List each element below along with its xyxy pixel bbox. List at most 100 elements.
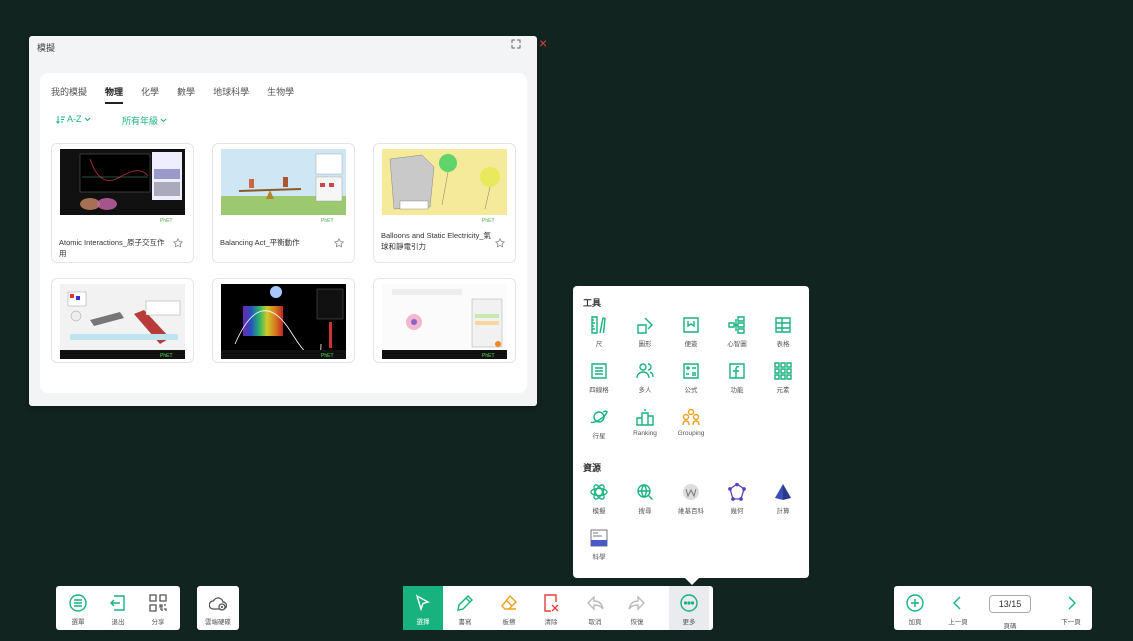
sort-dropdown[interactable]: A-Z xyxy=(56,114,91,124)
mind-map-tool[interactable]: 心智圖 xyxy=(717,316,757,348)
cursor-icon xyxy=(415,594,430,612)
add-icon xyxy=(906,594,924,612)
simulation-card[interactable]: PhET Balloons and Static Electricity_氣球和… xyxy=(373,143,516,263)
resources-heading: 資源 xyxy=(583,463,602,473)
simulation-card[interactable]: PhET xyxy=(212,278,355,363)
search-resource[interactable]: 搜尋 xyxy=(625,483,665,515)
ranking-icon xyxy=(636,409,654,426)
wikipedia-resource[interactable]: 維基百科 xyxy=(671,483,711,515)
multi-user-tool[interactable]: 多人 xyxy=(625,362,665,394)
exit-icon xyxy=(110,595,125,611)
eraser-icon xyxy=(501,594,517,610)
simulation-thumbnail: PhET xyxy=(60,284,185,359)
simulation-window: 模擬 × 我的模擬 物理 化學 數學 地球科學 生物學 A-Z 所有年級 PhE… xyxy=(29,36,547,406)
clear-icon xyxy=(544,594,559,612)
sticky-note-tool[interactable]: 便簽 xyxy=(671,316,711,348)
planet-tool[interactable]: 行星 xyxy=(579,408,619,440)
element-icon xyxy=(774,362,792,380)
sticky-note-icon xyxy=(683,317,699,333)
cloud-toolbar: 雲端硬碟 xyxy=(197,586,239,630)
undo-icon xyxy=(587,595,604,611)
chevron-down-icon xyxy=(160,118,167,123)
function-icon xyxy=(729,363,745,379)
simulation-thumbnail: PhET xyxy=(60,149,185,224)
science-resource[interactable]: 科學 xyxy=(579,529,619,561)
exit-button[interactable]: 退出 xyxy=(98,586,138,630)
select-button[interactable]: 選擇 xyxy=(403,586,443,630)
simulation-thumbnail: PhET xyxy=(221,284,346,359)
tools-heading: 工具 xyxy=(583,298,602,308)
subject-tabs: 我的模擬 物理 化學 數學 地球科學 生物學 xyxy=(51,85,312,104)
svg-text:PhET: PhET xyxy=(482,218,495,224)
tab-earth-science[interactable]: 地球科學 xyxy=(213,85,249,98)
ranking-tool[interactable]: Ranking xyxy=(625,408,665,437)
geometry-icon xyxy=(728,483,746,501)
simulation-resource[interactable]: 模擬 xyxy=(579,483,619,515)
search-globe-icon xyxy=(637,484,653,500)
geometry-resource[interactable]: 幾何 xyxy=(717,483,757,515)
shape-tool[interactable]: 圖形 xyxy=(625,316,665,348)
more-icon xyxy=(680,594,698,612)
pen-button[interactable]: 書寫 xyxy=(445,586,485,630)
cloud-icon xyxy=(209,597,227,611)
undo-button[interactable]: 取消 xyxy=(575,586,615,630)
previous-page-button[interactable]: 上一頁 xyxy=(938,586,978,630)
tab-biology[interactable]: 生物學 xyxy=(267,85,294,98)
pen-icon xyxy=(457,595,473,611)
more-button[interactable]: 更多 xyxy=(669,586,709,630)
tab-my-simulations[interactable]: 我的模擬 xyxy=(51,85,87,98)
card-title: Balancing Act_平衡動作 xyxy=(220,238,300,247)
redo-button[interactable]: 恢復 xyxy=(617,586,657,630)
grouping-tool[interactable]: Grouping xyxy=(671,408,711,437)
simulation-browser: 我的模擬 物理 化學 數學 地球科學 生物學 A-Z 所有年級 PhET Ato… xyxy=(40,73,527,393)
page-indicator[interactable]: 13/15 xyxy=(989,595,1031,613)
card-title: Atomic Interactions_原子交互作用 xyxy=(59,238,165,258)
tab-chemistry[interactable]: 化學 xyxy=(141,85,159,98)
menu-button[interactable]: 選單 xyxy=(58,586,98,630)
simulation-card[interactable]: PhET Atomic Interactions_原子交互作用 xyxy=(51,143,194,263)
wikipedia-icon xyxy=(683,484,699,500)
eraser-button[interactable]: 板擦 xyxy=(489,586,529,630)
four-line-grid-tool[interactable]: 四線格 xyxy=(579,362,619,394)
table-icon xyxy=(775,317,791,333)
svg-text:PhET: PhET xyxy=(482,353,495,359)
chevron-down-icon xyxy=(84,117,90,121)
tab-physics[interactable]: 物理 xyxy=(105,85,124,104)
svg-text:PhET: PhET xyxy=(160,353,173,359)
calculation-resource[interactable]: 計算 xyxy=(763,483,803,515)
next-page-button[interactable]: 下一頁 xyxy=(1051,586,1091,630)
ruler-icon xyxy=(591,316,606,334)
window-title: 模擬 xyxy=(37,43,56,53)
grade-dropdown[interactable]: 所有年級 xyxy=(122,114,167,127)
close-icon[interactable]: × xyxy=(539,36,551,50)
page-number-label: 頁碼 xyxy=(1003,623,1017,630)
chevron-right-icon xyxy=(1068,596,1076,610)
tab-math[interactable]: 數學 xyxy=(177,85,195,98)
chevron-left-icon xyxy=(953,596,961,610)
table-tool[interactable]: 表格 xyxy=(763,316,803,348)
simulation-card[interactable]: PhET xyxy=(373,278,516,363)
element-tool[interactable]: 元素 xyxy=(763,362,803,394)
svg-text:PhET: PhET xyxy=(321,218,334,224)
simulation-thumbnail: PhET xyxy=(382,149,507,224)
svg-text:PhET: PhET xyxy=(321,353,334,359)
clear-button[interactable]: 清除 xyxy=(531,586,571,630)
star-icon[interactable] xyxy=(173,238,183,248)
redo-icon xyxy=(628,595,645,611)
fullscreen-icon[interactable] xyxy=(511,39,521,49)
qr-code-icon xyxy=(149,594,167,612)
function-tool[interactable]: 功能 xyxy=(717,362,757,394)
star-icon[interactable] xyxy=(495,238,505,248)
atom-icon xyxy=(590,484,608,500)
formula-tool[interactable]: 公式 xyxy=(671,362,711,394)
star-icon[interactable] xyxy=(334,238,344,248)
science-icon xyxy=(590,529,608,547)
ruler-tool[interactable]: 尺 xyxy=(579,316,619,348)
share-button[interactable]: 分享 xyxy=(138,586,178,630)
simulation-card[interactable]: PhET xyxy=(51,278,194,363)
add-page-button[interactable]: 加頁 xyxy=(895,586,935,630)
cloud-drive-button[interactable]: 雲端硬碟 xyxy=(198,586,238,630)
svg-text:PhET: PhET xyxy=(160,218,173,224)
mind-map-icon xyxy=(728,316,745,334)
simulation-card[interactable]: PhET Balancing Act_平衡動作 xyxy=(212,143,355,263)
